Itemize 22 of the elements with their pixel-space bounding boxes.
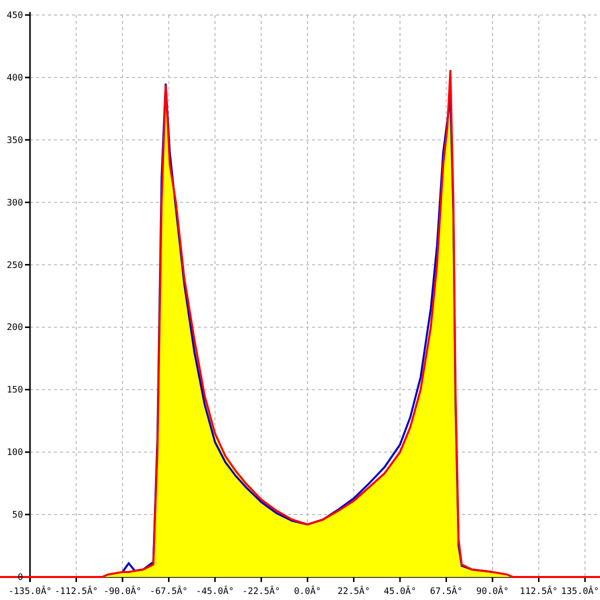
tick-label: 400 [6, 73, 23, 84]
tick-label: 112.5Â° [520, 587, 558, 597]
tick-label: 90.0Â° [476, 587, 509, 597]
tick-label: 200 [6, 323, 23, 334]
tick-label: -45.0Â° [196, 587, 234, 597]
tick-label: -22.5Â° [242, 587, 280, 597]
tick-label: -135.0Â° [8, 587, 52, 597]
tick-label: -112.5Â° [54, 587, 98, 597]
tick-label: 0.0Â° [294, 587, 322, 597]
tick-label: 450 [6, 11, 23, 21]
tick-label: 22.5Â° [338, 587, 370, 597]
tick-label: 350 [6, 136, 23, 146]
tick-label: -67.5Â° [150, 587, 188, 597]
tick-label: 45.0Â° [384, 587, 416, 597]
tick-label: 150 [6, 386, 23, 396]
tick-label: 100 [6, 448, 23, 458]
tick-label: -90.0Â° [104, 587, 142, 597]
tick-label: 50 [12, 510, 23, 521]
tick-label: 135.0Â° [561, 587, 599, 597]
tick-label: 250 [6, 260, 23, 271]
tick-label: 67.5Â° [430, 587, 462, 597]
tick-label: 300 [6, 198, 23, 208]
